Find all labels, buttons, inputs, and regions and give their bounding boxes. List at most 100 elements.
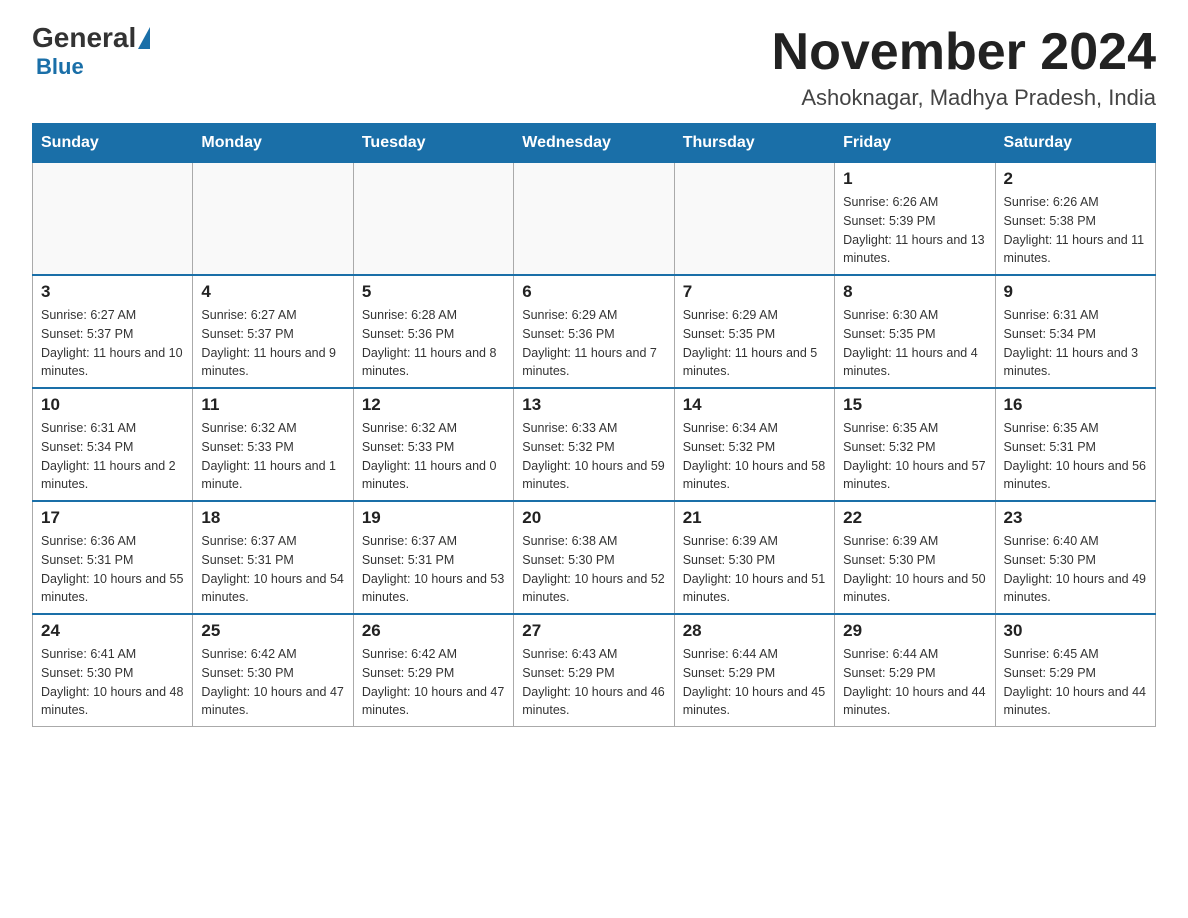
calendar-cell: 4 Sunrise: 6:27 AMSunset: 5:37 PMDaylight…: [193, 275, 353, 388]
calendar-cell: 6 Sunrise: 6:29 AMSunset: 5:36 PMDaylight…: [514, 275, 674, 388]
calendar-week-4: 17 Sunrise: 6:36 AMSunset: 5:31 PMDayligh…: [33, 501, 1156, 614]
calendar-header-row: SundayMondayTuesdayWednesdayThursdayFrid…: [33, 124, 1156, 163]
cell-date-number: 5: [362, 282, 505, 302]
day-header-monday: Monday: [193, 124, 353, 163]
calendar-cell: 2Sunrise: 6:26 AMSunset: 5:38 PMDaylight…: [995, 163, 1155, 276]
cell-sun-info: Sunrise: 6:39 AMSunset: 5:30 PMDaylight:…: [843, 532, 986, 607]
day-header-friday: Friday: [835, 124, 995, 163]
cell-date-number: 4: [201, 282, 344, 302]
cell-sun-info: Sunrise: 6:32 AMSunset: 5:33 PMDaylight:…: [201, 419, 344, 494]
calendar-week-3: 10 Sunrise: 6:31 AMSunset: 5:34 PMDayligh…: [33, 388, 1156, 501]
cell-date-number: 9: [1004, 282, 1147, 302]
cell-date-number: 28: [683, 621, 826, 641]
calendar-cell: [514, 163, 674, 276]
cell-date-number: 23: [1004, 508, 1147, 528]
calendar-cell: 11 Sunrise: 6:32 AMSunset: 5:33 PMDayligh…: [193, 388, 353, 501]
day-header-thursday: Thursday: [674, 124, 834, 163]
cell-sun-info: Sunrise: 6:33 AMSunset: 5:32 PMDaylight:…: [522, 419, 665, 494]
calendar-cell: 15Sunrise: 6:35 AMSunset: 5:32 PMDayligh…: [835, 388, 995, 501]
cell-date-number: 2: [1004, 169, 1147, 189]
cell-date-number: 30: [1004, 621, 1147, 641]
cell-date-number: 26: [362, 621, 505, 641]
calendar-cell: 17 Sunrise: 6:36 AMSunset: 5:31 PMDayligh…: [33, 501, 193, 614]
cell-date-number: 20: [522, 508, 665, 528]
calendar-cell: 26 Sunrise: 6:42 AMSunset: 5:29 PMDayligh…: [353, 614, 513, 727]
calendar-cell: 21Sunrise: 6:39 AMSunset: 5:30 PMDayligh…: [674, 501, 834, 614]
subtitle: Ashoknagar, Madhya Pradesh, India: [772, 85, 1156, 111]
cell-date-number: 18: [201, 508, 344, 528]
calendar-cell: 29 Sunrise: 6:44 AMSunset: 5:29 PMDayligh…: [835, 614, 995, 727]
calendar-cell: 27Sunrise: 6:43 AMSunset: 5:29 PMDayligh…: [514, 614, 674, 727]
cell-sun-info: Sunrise: 6:28 AMSunset: 5:36 PMDaylight:…: [362, 306, 505, 381]
calendar-cell: [674, 163, 834, 276]
day-header-tuesday: Tuesday: [353, 124, 513, 163]
cell-date-number: 16: [1004, 395, 1147, 415]
cell-sun-info: Sunrise: 6:31 AMSunset: 5:34 PMDaylight:…: [41, 419, 184, 494]
calendar-cell: 28Sunrise: 6:44 AMSunset: 5:29 PMDayligh…: [674, 614, 834, 727]
calendar-cell: 8Sunrise: 6:30 AMSunset: 5:35 PMDaylight…: [835, 275, 995, 388]
cell-date-number: 14: [683, 395, 826, 415]
cell-date-number: 17: [41, 508, 184, 528]
calendar-cell: 1 Sunrise: 6:26 AMSunset: 5:39 PMDaylight…: [835, 163, 995, 276]
cell-sun-info: Sunrise: 6:37 AMSunset: 5:31 PMDaylight:…: [201, 532, 344, 607]
logo-general-text: General: [32, 24, 136, 52]
day-header-wednesday: Wednesday: [514, 124, 674, 163]
cell-date-number: 10: [41, 395, 184, 415]
calendar-cell: 7 Sunrise: 6:29 AMSunset: 5:35 PMDaylight…: [674, 275, 834, 388]
cell-date-number: 15: [843, 395, 986, 415]
day-header-sunday: Sunday: [33, 124, 193, 163]
page-title: November 2024: [772, 24, 1156, 81]
cell-date-number: 7: [683, 282, 826, 302]
calendar-cell: 13 Sunrise: 6:33 AMSunset: 5:32 PMDayligh…: [514, 388, 674, 501]
cell-date-number: 1: [843, 169, 986, 189]
cell-date-number: 3: [41, 282, 184, 302]
calendar-cell: [353, 163, 513, 276]
day-header-saturday: Saturday: [995, 124, 1155, 163]
cell-sun-info: Sunrise: 6:32 AMSunset: 5:33 PMDaylight:…: [362, 419, 505, 494]
cell-sun-info: Sunrise: 6:44 AMSunset: 5:29 PMDaylight:…: [843, 645, 986, 720]
cell-sun-info: Sunrise: 6:38 AMSunset: 5:30 PMDaylight:…: [522, 532, 665, 607]
cell-sun-info: Sunrise: 6:29 AMSunset: 5:35 PMDaylight:…: [683, 306, 826, 381]
calendar-week-1: 1 Sunrise: 6:26 AMSunset: 5:39 PMDaylight…: [33, 163, 1156, 276]
calendar-cell: 12Sunrise: 6:32 AMSunset: 5:33 PMDayligh…: [353, 388, 513, 501]
title-area: November 2024 Ashoknagar, Madhya Pradesh…: [772, 24, 1156, 111]
cell-sun-info: Sunrise: 6:27 AMSunset: 5:37 PMDaylight:…: [201, 306, 344, 381]
cell-sun-info: Sunrise: 6:43 AMSunset: 5:29 PMDaylight:…: [522, 645, 665, 720]
cell-sun-info: Sunrise: 6:42 AMSunset: 5:30 PMDaylight:…: [201, 645, 344, 720]
calendar-week-2: 3 Sunrise: 6:27 AMSunset: 5:37 PMDaylight…: [33, 275, 1156, 388]
cell-sun-info: Sunrise: 6:26 AMSunset: 5:39 PMDaylight:…: [843, 193, 986, 268]
calendar-cell: 23 Sunrise: 6:40 AMSunset: 5:30 PMDayligh…: [995, 501, 1155, 614]
cell-sun-info: Sunrise: 6:29 AMSunset: 5:36 PMDaylight:…: [522, 306, 665, 381]
cell-sun-info: Sunrise: 6:40 AMSunset: 5:30 PMDaylight:…: [1004, 532, 1147, 607]
cell-date-number: 8: [843, 282, 986, 302]
calendar-cell: 19 Sunrise: 6:37 AMSunset: 5:31 PMDayligh…: [353, 501, 513, 614]
cell-date-number: 25: [201, 621, 344, 641]
cell-sun-info: Sunrise: 6:27 AMSunset: 5:37 PMDaylight:…: [41, 306, 184, 381]
calendar-cell: 24Sunrise: 6:41 AMSunset: 5:30 PMDayligh…: [33, 614, 193, 727]
cell-sun-info: Sunrise: 6:31 AMSunset: 5:34 PMDaylight:…: [1004, 306, 1147, 381]
cell-date-number: 19: [362, 508, 505, 528]
cell-sun-info: Sunrise: 6:41 AMSunset: 5:30 PMDaylight:…: [41, 645, 184, 720]
cell-date-number: 29: [843, 621, 986, 641]
calendar-cell: 30 Sunrise: 6:45 AMSunset: 5:29 PMDayligh…: [995, 614, 1155, 727]
calendar-cell: 9 Sunrise: 6:31 AMSunset: 5:34 PMDaylight…: [995, 275, 1155, 388]
calendar-week-5: 24Sunrise: 6:41 AMSunset: 5:30 PMDayligh…: [33, 614, 1156, 727]
cell-date-number: 21: [683, 508, 826, 528]
calendar-cell: 20 Sunrise: 6:38 AMSunset: 5:30 PMDayligh…: [514, 501, 674, 614]
cell-date-number: 13: [522, 395, 665, 415]
calendar-cell: 3 Sunrise: 6:27 AMSunset: 5:37 PMDaylight…: [33, 275, 193, 388]
cell-date-number: 11: [201, 395, 344, 415]
cell-sun-info: Sunrise: 6:36 AMSunset: 5:31 PMDaylight:…: [41, 532, 184, 607]
calendar-cell: 14 Sunrise: 6:34 AMSunset: 5:32 PMDayligh…: [674, 388, 834, 501]
cell-sun-info: Sunrise: 6:45 AMSunset: 5:29 PMDaylight:…: [1004, 645, 1147, 720]
calendar-cell: [33, 163, 193, 276]
calendar-cell: 18 Sunrise: 6:37 AMSunset: 5:31 PMDayligh…: [193, 501, 353, 614]
cell-sun-info: Sunrise: 6:35 AMSunset: 5:31 PMDaylight:…: [1004, 419, 1147, 494]
calendar-cell: 10 Sunrise: 6:31 AMSunset: 5:34 PMDayligh…: [33, 388, 193, 501]
logo-blue-text: Blue: [36, 54, 84, 80]
cell-sun-info: Sunrise: 6:42 AMSunset: 5:29 PMDaylight:…: [362, 645, 505, 720]
cell-sun-info: Sunrise: 6:37 AMSunset: 5:31 PMDaylight:…: [362, 532, 505, 607]
calendar-cell: 16 Sunrise: 6:35 AMSunset: 5:31 PMDayligh…: [995, 388, 1155, 501]
cell-sun-info: Sunrise: 6:34 AMSunset: 5:32 PMDaylight:…: [683, 419, 826, 494]
cell-date-number: 6: [522, 282, 665, 302]
